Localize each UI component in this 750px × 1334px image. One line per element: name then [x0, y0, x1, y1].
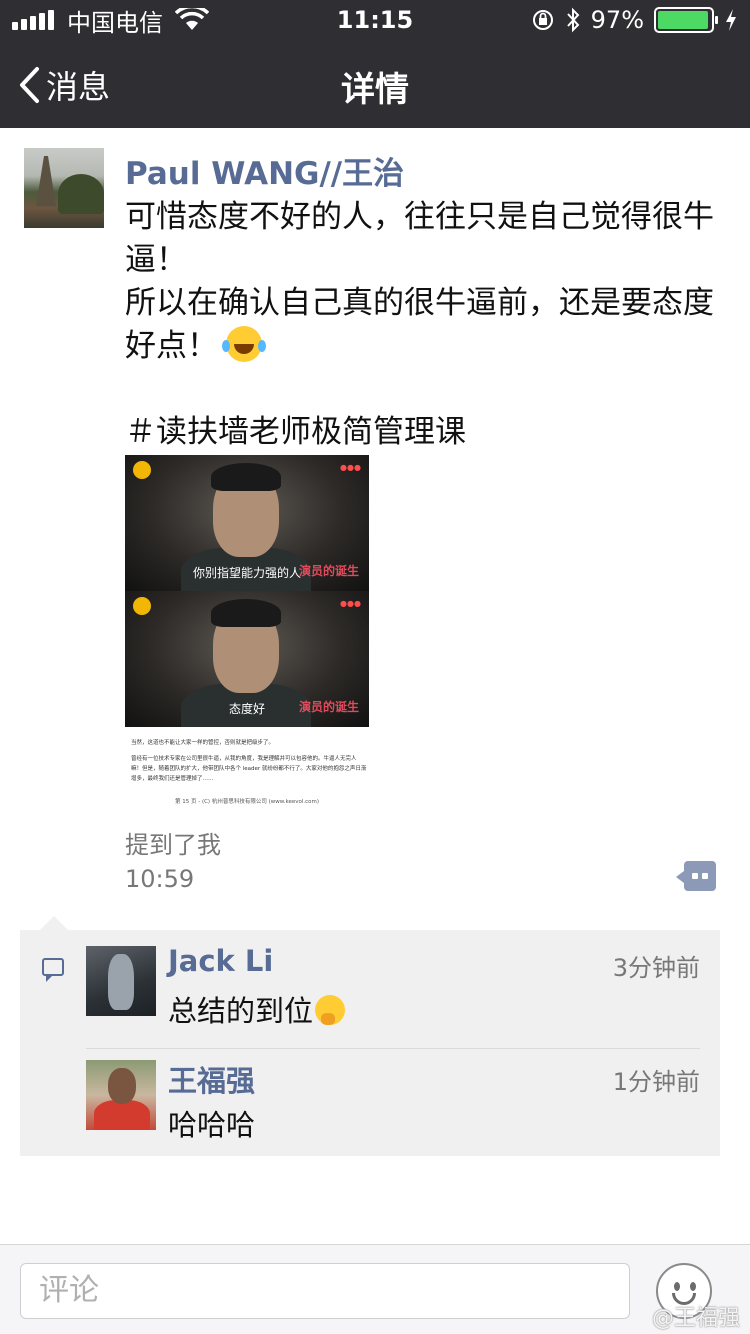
comment-input[interactable]: 评论: [20, 1263, 630, 1319]
laughing-emoji-icon: [222, 326, 262, 362]
avatar-tree: [58, 174, 104, 214]
battery-icon: [654, 7, 718, 33]
comment-time: 1分钟前: [612, 1068, 700, 1096]
commenter-name[interactable]: Jack Li: [168, 944, 273, 978]
comment-text-content: 总结的到位: [168, 994, 314, 1028]
comment-item[interactable]: 王福强 1分钟前 哈哈哈: [86, 1044, 700, 1156]
battery-percent: 97%: [590, 6, 644, 34]
post-line-2-text: 所以在确认自己真的很牛逼前，还是要态度好点！: [125, 285, 714, 364]
rotation-lock-icon: [532, 10, 553, 30]
frame-tag: ●●●: [340, 599, 361, 608]
post-time: 10:59: [125, 865, 195, 893]
avatar-shirt: [94, 1100, 150, 1130]
post-image[interactable]: ●●● 演员的诞生 你别指望能力强的人 ●●● 演员的诞生 态度好 当然，这道也…: [125, 455, 369, 811]
comments-section: Jack Li 3分钟前 总结的到位 王福强 1分钟前 哈哈哈: [20, 916, 720, 1156]
dot: [702, 873, 708, 879]
doc-footer: 第 15 页 - (C) 杭州普思科技有限公司 (www.keevol.com): [174, 799, 320, 805]
author-avatar[interactable]: [24, 148, 104, 228]
frame-caption-1: 你别指望能力强的人: [192, 566, 301, 580]
commenter-avatar[interactable]: [86, 1060, 156, 1130]
frame-caption-2: 态度好: [228, 702, 265, 716]
top-bar: 中国电信 11:15 97% 消息 详情: [0, 0, 750, 128]
commenter-avatar[interactable]: [86, 946, 156, 1016]
tv-logo-icon: [133, 461, 151, 479]
avatar-head: [108, 1068, 136, 1104]
mention-label: 提到了我: [125, 831, 221, 859]
smile-eye: [690, 1282, 696, 1291]
comment-action-button[interactable]: [676, 861, 716, 891]
status-right: 97%: [521, 6, 738, 34]
comment-text: 哈哈哈: [168, 1108, 256, 1142]
comment-item[interactable]: Jack Li 3分钟前 总结的到位: [86, 930, 700, 1042]
image-frame-2: ●●● 演员的诞生 态度好: [125, 591, 369, 727]
nav-bar: 消息 详情: [0, 40, 750, 128]
post-line-1: 可惜态度不好的人，往往只是自己觉得很牛逼！: [125, 199, 714, 278]
charging-icon: [726, 9, 736, 31]
bluetooth-icon: [566, 7, 580, 33]
post-line-2: 所以在确认自己真的很牛逼前，还是要态度好点！: [125, 282, 725, 368]
commenter-name[interactable]: 王福强: [168, 1058, 255, 1100]
post-hashtag[interactable]: ＃读扶墙老师极简管理课: [125, 411, 725, 454]
frame-hair: [211, 599, 281, 627]
doc-line-1: 当然，这道也不能让大家一样的管控，否则就是把级步了。: [131, 740, 275, 746]
author-name[interactable]: Paul WANG//王治: [125, 148, 404, 193]
comment-input-bar: 评论: [0, 1244, 750, 1334]
thinking-emoji-icon: [315, 995, 346, 1025]
status-bar: 中国电信 11:15 97%: [0, 0, 750, 40]
doc-line-2: 曾经有一位技术专家在公司里很牛逼，从我的角度，我是理解并可以包容他的。牛逼人无完…: [131, 756, 367, 782]
smile-eye: [674, 1282, 680, 1291]
page-title: 详情: [341, 70, 409, 110]
watermark: @王福强: [651, 1306, 740, 1331]
dot: [692, 873, 698, 879]
avatar-pagoda: [36, 156, 56, 206]
comment-bubble-icon: [42, 958, 64, 982]
avatar-figure: [108, 954, 134, 1010]
frame-tag: ●●●: [340, 463, 361, 472]
frame-hair: [211, 463, 281, 491]
comment-text: 总结的到位: [168, 988, 346, 1030]
comment-time: 3分钟前: [612, 954, 700, 982]
image-doc-text: 当然，这道也不能让大家一样的管控，否则就是把级步了。 曾经有一位技术专家在公司里…: [131, 738, 367, 784]
tv-logo-icon: [133, 597, 151, 615]
image-frame-1: ●●● 演员的诞生 你别指望能力强的人: [125, 455, 369, 591]
battery-fill: [658, 11, 709, 29]
post-content: 可惜态度不好的人，往往只是自己觉得很牛逼！ 所以在确认自己真的很牛逼前，还是要态…: [125, 196, 725, 454]
